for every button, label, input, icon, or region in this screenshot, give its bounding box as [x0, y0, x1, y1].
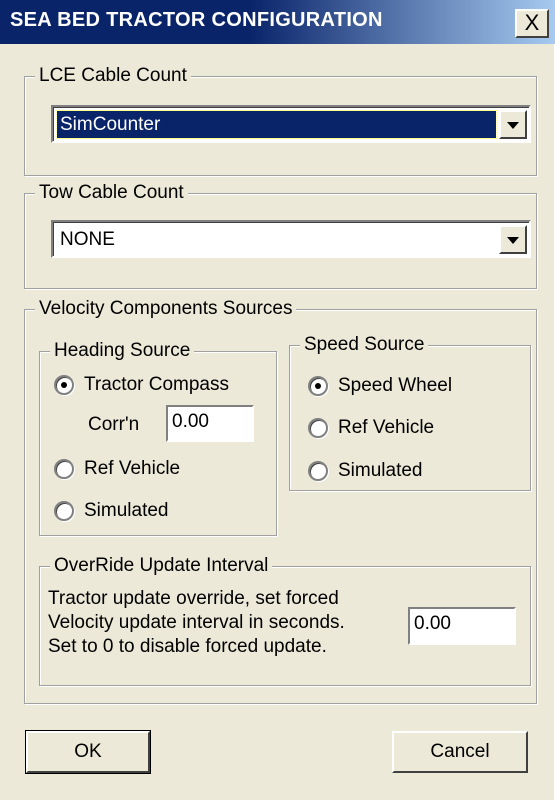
- title-bar: SEA BED TRACTOR CONFIGURATION X: [0, 0, 555, 44]
- override-description-line: Velocity update interval in seconds.: [48, 612, 345, 633]
- close-icon[interactable]: X: [515, 9, 549, 38]
- lce-cable-count-select[interactable]: SimCounter: [51, 105, 531, 143]
- tow-cable-count-select[interactable]: NONE: [51, 220, 531, 258]
- arrow-glyph: [507, 237, 519, 244]
- heading-option-label: Tractor Compass: [84, 374, 229, 395]
- speed-option-simulated[interactable]: Simulated: [308, 458, 518, 484]
- speed-option-label: Speed Wheel: [338, 375, 453, 396]
- radio-icon[interactable]: [54, 375, 74, 395]
- radio-icon[interactable]: [54, 459, 74, 479]
- tow-cable-count-legend: Tow Cable Count: [35, 181, 188, 205]
- override-description-line: Tractor update override, set forced: [48, 588, 339, 609]
- combo-frame: NONE: [53, 222, 529, 256]
- radio-icon[interactable]: [54, 501, 74, 521]
- heading-source-legend: Heading Source: [50, 339, 195, 363]
- heading-source-group: Heading Source Tractor Compass Corr'n 0.…: [39, 339, 277, 536]
- heading-option-ref-vehicle[interactable]: Ref Vehicle: [54, 456, 254, 482]
- radio-icon[interactable]: [308, 418, 328, 438]
- corr-input[interactable]: 0.00: [166, 405, 254, 442]
- heading-option-label: Simulated: [84, 500, 169, 521]
- tow-cable-count-value: NONE: [60, 229, 115, 250]
- chevron-down-icon[interactable]: [499, 225, 527, 254]
- ok-button[interactable]: OK: [25, 730, 151, 774]
- radio-selected-dot: [61, 382, 67, 388]
- tow-cable-count-group: Tow Cable Count NONE: [24, 181, 537, 289]
- override-description-line: Set to 0 to disable forced update.: [48, 636, 327, 657]
- override-interval-group: OverRide Update Interval Tractor update …: [39, 554, 531, 686]
- radio-selected-dot: [315, 383, 321, 389]
- velocity-components-legend: Velocity Components Sources: [35, 297, 297, 321]
- radio-icon[interactable]: [308, 461, 328, 481]
- speed-option-label: Ref Vehicle: [338, 417, 435, 438]
- chevron-down-icon[interactable]: [499, 110, 527, 139]
- combo-frame: SimCounter: [53, 107, 529, 141]
- lce-cable-count-group: LCE Cable Count SimCounter: [24, 64, 537, 176]
- velocity-components-group: Velocity Components Sources Heading Sour…: [24, 297, 537, 704]
- corr-label: Corr'n: [88, 414, 140, 435]
- lce-cable-count-value: SimCounter: [56, 110, 497, 139]
- radio-icon[interactable]: [308, 376, 328, 396]
- speed-option-speed-wheel[interactable]: Speed Wheel: [308, 373, 518, 399]
- speed-option-label: Simulated: [338, 460, 423, 481]
- dialog-window: SEA BED TRACTOR CONFIGURATION X LCE Cabl…: [0, 0, 555, 800]
- arrow-glyph: [507, 122, 519, 129]
- speed-source-group: Speed Source Speed Wheel Ref Vehicle Sim…: [289, 333, 531, 491]
- heading-option-simulated[interactable]: Simulated: [54, 498, 254, 524]
- speed-option-ref-vehicle[interactable]: Ref Vehicle: [308, 415, 518, 441]
- window-title: SEA BED TRACTOR CONFIGURATION: [10, 9, 383, 31]
- cancel-button[interactable]: Cancel: [392, 731, 528, 773]
- override-interval-input[interactable]: 0.00: [408, 607, 516, 645]
- override-interval-legend: OverRide Update Interval: [50, 554, 273, 578]
- lce-cable-count-legend: LCE Cable Count: [35, 64, 191, 88]
- speed-source-legend: Speed Source: [300, 333, 429, 357]
- heading-option-tractor-compass[interactable]: Tractor Compass: [54, 372, 274, 398]
- heading-option-label: Ref Vehicle: [84, 458, 181, 479]
